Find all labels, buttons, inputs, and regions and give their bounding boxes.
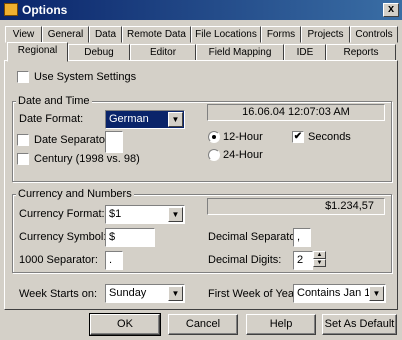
date-separator-checkbox[interactable] — [17, 134, 29, 146]
chevron-down-icon[interactable]: ▼ — [168, 286, 183, 301]
first-week-select[interactable]: Contains Jan 1 ▼ — [293, 284, 386, 303]
tab-projects[interactable]: Projects — [301, 26, 350, 43]
currency-numbers-group-title: Currency and Numbers — [16, 188, 134, 200]
week-starts-value: Sunday — [109, 287, 147, 299]
tab-file-locations[interactable]: File Locations — [191, 26, 261, 43]
tab-ide[interactable]: IDE — [284, 44, 326, 61]
tab-regional[interactable]: Regional — [7, 42, 68, 62]
hour12-label: 12-Hour — [223, 131, 263, 143]
decimal-digits-spinner[interactable]: ▲ ▼ — [313, 251, 326, 268]
currency-symbol-input[interactable]: $ — [105, 228, 155, 247]
help-button[interactable]: Help — [246, 314, 316, 335]
century-label: Century (1998 vs. 98) — [34, 153, 140, 165]
date-format-value: German — [109, 113, 149, 125]
chevron-down-icon[interactable]: ▼ — [168, 112, 183, 127]
tab-data[interactable]: Data — [89, 26, 122, 43]
cancel-button[interactable]: Cancel — [168, 314, 238, 335]
century-checkbox[interactable] — [17, 153, 29, 165]
tab-field-mapping[interactable]: Field Mapping — [196, 44, 284, 61]
tab-debug[interactable]: Debug — [68, 44, 130, 61]
app-icon — [4, 3, 18, 16]
close-button[interactable]: x — [383, 3, 399, 17]
set-as-default-button[interactable]: Set As Default — [322, 314, 397, 335]
currency-preview: $1.234,57 — [207, 198, 385, 215]
hour24-radio[interactable] — [208, 149, 220, 161]
week-starts-select[interactable]: Sunday ▼ — [105, 284, 185, 303]
tab-controls[interactable]: Controls — [350, 26, 398, 43]
decimal-digits-input[interactable]: 2 — [293, 251, 313, 270]
currency-format-select[interactable]: $1 ▼ — [105, 205, 185, 224]
ok-button[interactable]: OK — [89, 313, 161, 336]
decimal-separator-label: Decimal Separator: — [208, 231, 303, 243]
date-separator-input[interactable] — [105, 131, 123, 153]
seconds-label: Seconds — [308, 131, 351, 143]
decimal-digits-label: Decimal Digits: — [208, 254, 282, 266]
title-bar[interactable]: Options x — [0, 0, 402, 20]
hour12-radio[interactable] — [208, 131, 220, 143]
spin-down-icon[interactable]: ▼ — [313, 259, 326, 267]
currency-format-value: $1 — [109, 208, 122, 220]
use-system-settings-label: Use System Settings — [34, 71, 137, 83]
currency-symbol-label: Currency Symbol: — [19, 231, 107, 243]
date-separator-label: Date Separator: — [34, 134, 112, 146]
date-format-label: Date Format: — [19, 113, 84, 125]
thousand-separator-label: 1000 Separator: — [19, 254, 98, 266]
hour24-label: 24-Hour — [223, 149, 263, 161]
date-time-group-title: Date and Time — [16, 95, 92, 107]
tab-remote-data[interactable]: Remote Data — [122, 26, 191, 43]
spin-up-icon[interactable]: ▲ — [313, 251, 326, 259]
date-time-preview: 16.06.04 12:07:03 AM — [207, 104, 385, 121]
tab-general[interactable]: General — [42, 26, 89, 43]
chevron-down-icon[interactable]: ▼ — [369, 286, 384, 301]
window-title: Options — [22, 3, 68, 17]
chevron-down-icon[interactable]: ▼ — [168, 207, 183, 222]
use-system-settings-checkbox[interactable] — [17, 71, 29, 83]
week-starts-label: Week Starts on: — [19, 288, 98, 300]
seconds-checkbox[interactable]: ✔ — [292, 131, 304, 143]
decimal-separator-input[interactable]: , — [293, 228, 311, 247]
tab-editor[interactable]: Editor — [130, 44, 196, 61]
thousand-separator-input[interactable]: . — [105, 251, 123, 270]
first-week-value: Contains Jan 1 — [297, 287, 371, 299]
first-week-label: First Week of Year: — [208, 288, 301, 300]
date-format-select[interactable]: German ▼ — [105, 110, 185, 129]
tab-view[interactable]: View — [5, 26, 42, 43]
tab-forms[interactable]: Forms — [261, 26, 301, 43]
tab-reports[interactable]: Reports — [326, 44, 396, 61]
currency-format-label: Currency Format: — [19, 208, 105, 220]
